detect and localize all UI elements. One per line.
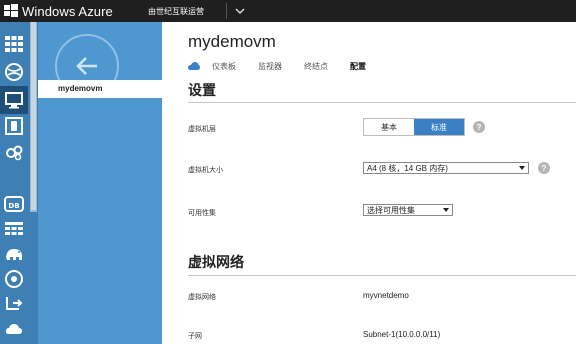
size-label: 虚拟机大小 <box>188 167 223 174</box>
section-divider <box>188 275 576 276</box>
hdinsight-icon[interactable] <box>0 240 28 268</box>
size-select-value: A4 (8 核，14 GB 内存) <box>367 163 448 173</box>
tier-standard-button[interactable]: 标准 <box>414 119 464 135</box>
top-divider <box>226 3 227 19</box>
tab-configure[interactable]: 配置 <box>350 61 366 72</box>
subnet-value: Subnet-1(10.0.0.0/11) <box>363 330 441 339</box>
tab-monitor[interactable]: 监视器 <box>258 61 282 72</box>
availability-label: 可用性集 <box>188 210 216 217</box>
settings-heading: 设置 <box>188 82 216 98</box>
vnet-value: myvnetdemo <box>363 291 409 300</box>
web-sites-icon[interactable] <box>0 58 28 86</box>
rail-scrollbar-thumb[interactable] <box>31 22 36 210</box>
tab-dashboard[interactable]: 仪表板 <box>212 61 236 72</box>
all-items-grid-icon[interactable] <box>0 30 28 58</box>
nav-item-label: mydemovm <box>58 84 103 93</box>
svg-text:DB: DB <box>8 202 19 210</box>
availability-select[interactable]: 选择可用性集 <box>363 204 453 216</box>
cloud-icon <box>188 62 200 70</box>
networks-icon[interactable] <box>0 316 28 344</box>
brand[interactable]: Windows Azure <box>4 3 113 19</box>
virtual-machines-icon[interactable] <box>0 86 28 114</box>
size-select[interactable]: A4 (8 核，14 GB 内存) <box>363 162 529 174</box>
arrow-left-icon <box>76 57 97 75</box>
chevron-down-icon[interactable] <box>234 5 246 17</box>
tier-label: 虚拟机层 <box>188 126 216 133</box>
tier-toggle: 基本 标准 <box>363 118 465 136</box>
subscription-label[interactable]: 由世纪互联运营 <box>148 6 204 17</box>
media-services-icon[interactable] <box>0 265 28 293</box>
brand-name: Windows Azure <box>22 3 113 19</box>
tab-bar: 仪表板 监视器 终结点 配置 <box>188 58 388 74</box>
subnet-label: 子网 <box>188 333 202 340</box>
page-title: mydemovm <box>188 32 276 51</box>
tab-endpoints[interactable]: 终结点 <box>304 61 328 72</box>
mobile-services-icon[interactable] <box>0 112 28 140</box>
network-heading: 虚拟网络 <box>188 254 244 270</box>
tier-basic-button[interactable]: 基本 <box>364 119 414 135</box>
top-bar: Windows Azure 由世纪互联运营 <box>0 0 576 22</box>
windows-logo-icon <box>4 4 18 17</box>
vnet-label: 虚拟网络 <box>188 294 216 301</box>
dropdown-arrow-icon <box>519 166 525 170</box>
service-bus-icon[interactable] <box>0 290 28 318</box>
storage-icon[interactable] <box>0 215 28 243</box>
help-icon[interactable]: ? <box>473 121 485 133</box>
cloud-services-icon[interactable] <box>0 138 28 166</box>
help-icon[interactable]: ? <box>538 162 550 174</box>
section-divider <box>188 102 576 103</box>
dropdown-arrow-icon <box>443 208 449 212</box>
availability-select-value: 选择可用性集 <box>367 205 415 215</box>
sql-databases-icon[interactable]: DB <box>0 190 28 218</box>
